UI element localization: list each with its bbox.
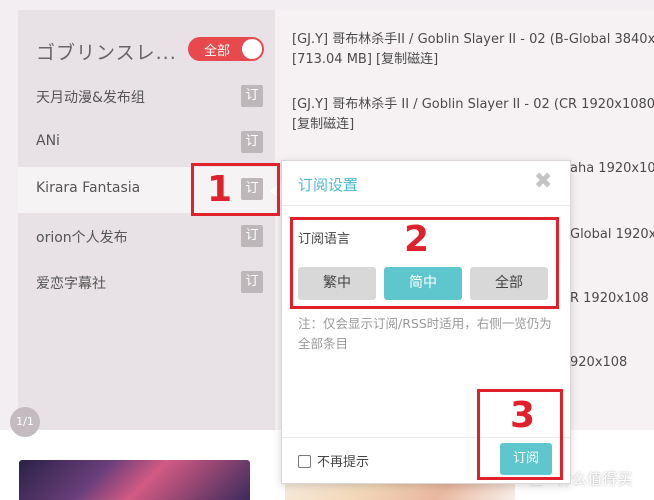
dont-remind-checkbox[interactable]: 不再提示 (298, 451, 369, 470)
subscribe-tag-button[interactable]: 订 (241, 131, 263, 153)
torrent-title-partial[interactable]: Global 1920x (570, 227, 654, 242)
group-name: ANi (36, 133, 60, 149)
torrent-title-partial[interactable]: R 1920x108 (570, 291, 654, 306)
annotation-number-3: 3 (510, 395, 536, 436)
subscribe-tag-button[interactable]: 订 (241, 225, 263, 247)
show-all-toggle[interactable]: 全部 (188, 37, 264, 61)
torrent-title-partial[interactable]: aha 1920x108 (570, 161, 654, 176)
sidebar-title: ゴブリンスレ... (36, 42, 177, 64)
group-item-ani[interactable]: ANi 订 (18, 120, 275, 166)
group-name: orion个人发布 (36, 230, 128, 246)
pagination-badge[interactable]: 1/1 (10, 407, 40, 437)
group-name: 爱恋字幕社 (36, 276, 106, 292)
anime-thumbnail[interactable] (19, 460, 250, 500)
group-item-tianyue[interactable]: 天月动漫&发布组 订 (18, 74, 275, 120)
popup-title: 订阅设置 (298, 176, 359, 194)
close-icon[interactable]: ✖ (534, 169, 552, 195)
annotation-number-2: 2 (404, 219, 430, 260)
subscribe-tag-button[interactable]: 订 (241, 85, 263, 107)
torrent-meta-link[interactable]: [复制磁连] (292, 115, 654, 135)
dont-remind-label: 不再提示 (317, 455, 370, 470)
annotation-box-1 (191, 163, 280, 216)
checkbox-icon[interactable] (298, 455, 311, 468)
toggle-label: 全部 (204, 44, 231, 59)
group-name: 天月动漫&发布组 (36, 90, 145, 106)
group-name: Kirara Fantasia (36, 180, 141, 196)
annotation-number-1: 1 (207, 169, 233, 210)
torrent-meta-link[interactable]: [713.04 MB] [复制磁连] (292, 50, 654, 70)
subscribe-tag-button[interactable]: 订 (241, 271, 263, 293)
group-item-orion[interactable]: orion个人发布 订 (18, 214, 275, 260)
toggle-knob (242, 39, 262, 59)
group-item-ailian[interactable]: 爱恋字幕社 订 (18, 260, 275, 306)
torrent-title-link[interactable]: [GJ.Y] 哥布林杀手II / Goblin Slayer II - 02 (… (292, 30, 654, 50)
torrent-title-partial[interactable]: 920x108 (570, 355, 654, 370)
divider (282, 205, 570, 206)
torrent-title-link[interactable]: [GJ.Y] 哥布林杀手 II / Goblin Slayer II - 02 … (292, 95, 654, 115)
popup-note: 注：仅会显示订阅/RSS时适用，右侧一览仍为全部条目 (298, 316, 552, 351)
